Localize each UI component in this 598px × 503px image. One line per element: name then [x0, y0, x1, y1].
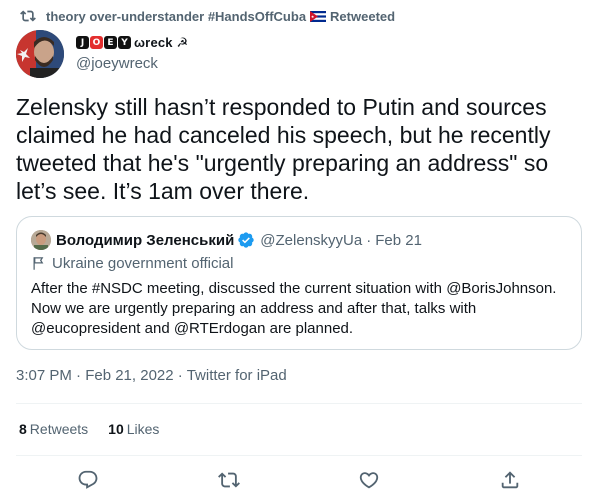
avatar-image	[16, 30, 64, 78]
retweets-count: 8	[19, 421, 27, 437]
retweet-icon	[218, 472, 240, 488]
retweet-context[interactable]: theory over-understander #HandsOffCuba R…	[20, 7, 395, 25]
quoted-tweet[interactable]: Володимир Зеленський @ZelenskyyUa · Feb …	[16, 216, 582, 350]
tweet-timestamp[interactable]: 3:07 PM · Feb 21, 2022 · Twitter for iPa…	[16, 367, 287, 384]
display-name-rest: ωreck ☭	[134, 34, 189, 50]
quoted-avatar-image	[31, 230, 51, 250]
reply-button[interactable]	[77, 469, 99, 491]
separator-dot: ·	[366, 231, 372, 249]
divider	[16, 403, 582, 404]
divider	[16, 455, 582, 456]
like-icon	[359, 472, 379, 489]
name-tile: J	[76, 36, 89, 49]
cuba-flag-icon	[310, 10, 327, 22]
likes-count: 10	[108, 421, 124, 437]
retweeter-name[interactable]: theory over-understander #HandsOffCuba	[46, 9, 306, 24]
name-tile: E	[104, 36, 117, 49]
tweet-stats: 8 Retweets 10 Likes	[19, 421, 179, 437]
retweets-label: Retweets	[29, 421, 89, 437]
quoted-display-name[interactable]: Володимир Зеленський	[56, 232, 234, 249]
flag-icon	[33, 257, 44, 270]
tweet-text: Zelensky still hasn’t responded to Putin…	[16, 94, 551, 204]
share-icon	[501, 471, 519, 489]
separator-dot: ·	[177, 367, 187, 384]
quoted-tweet-header: Володимир Зеленський @ZelenskyyUa · Feb …	[31, 230, 422, 250]
likes-stat[interactable]: 10 Likes	[108, 421, 159, 437]
retweet-icon	[20, 10, 36, 22]
quoted-date[interactable]: Feb 21	[375, 232, 422, 249]
separator-dot: ·	[76, 367, 86, 384]
retweeted-label: Retweeted	[330, 8, 396, 24]
display-name[interactable]: J O E Y ωreck ☭	[76, 33, 188, 52]
name-tile: Y	[118, 36, 131, 49]
retweet-button[interactable]	[218, 469, 240, 491]
name-tile: O	[90, 36, 103, 49]
author-handle[interactable]: @joeywreck	[76, 55, 188, 72]
avatar[interactable]	[16, 30, 64, 78]
government-label-text: Ukraine government official	[52, 255, 234, 272]
action-bar	[0, 462, 598, 498]
likes-label: Likes	[126, 421, 160, 437]
share-button[interactable]	[499, 469, 521, 491]
quoted-text: After the #NSDC meeting, discussed the c…	[31, 280, 557, 337]
like-button[interactable]	[358, 469, 380, 491]
reply-icon	[78, 470, 98, 489]
retweets-stat[interactable]: 8 Retweets	[19, 421, 88, 437]
tweet-source[interactable]: Twitter for iPad	[187, 367, 287, 384]
quoted-handle[interactable]: @ZelenskyyUa	[260, 232, 362, 249]
government-label[interactable]: Ukraine government official	[31, 255, 233, 272]
tweet-author[interactable]: J O E Y ωreck ☭ @joeywreck	[16, 30, 188, 78]
verified-badge-icon	[238, 232, 254, 248]
quoted-avatar[interactable]	[31, 230, 51, 250]
tweet-date[interactable]: Feb 21, 2022	[85, 367, 178, 384]
tweet-time[interactable]: 3:07 PM	[16, 367, 76, 384]
